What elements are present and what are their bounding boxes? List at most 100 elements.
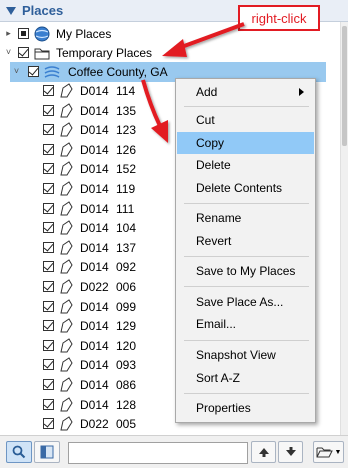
place-item-checkbox[interactable]: [43, 144, 54, 155]
collapse-arrow-icon[interactable]: ▸: [4, 29, 13, 38]
tree-vertical-scrollbar[interactable]: [340, 22, 348, 435]
menu-separator: [184, 256, 309, 257]
place-item-checkbox[interactable]: [43, 379, 54, 390]
polygon-icon: [60, 240, 73, 255]
place-item-number: 114: [116, 84, 136, 98]
menu-item-delete-contents[interactable]: Delete Contents: [177, 177, 314, 199]
menu-item-rename-label: Rename: [196, 211, 242, 225]
panel-toggle-icon: [40, 445, 54, 459]
my-places-checkbox[interactable]: [18, 28, 29, 39]
place-item-code: D014: [80, 84, 109, 98]
place-item-checkbox[interactable]: [43, 85, 54, 96]
place-item-code: D014: [80, 162, 109, 176]
panel-title: Places: [22, 3, 64, 18]
place-item-checkbox[interactable]: [43, 340, 54, 351]
place-item-checkbox[interactable]: [43, 183, 54, 194]
menu-item-copy[interactable]: Copy: [177, 132, 314, 154]
place-item-code: D014: [80, 221, 109, 235]
menu-item-sort-az[interactable]: Sort A-Z: [177, 367, 314, 389]
menu-item-add-label: Add: [196, 85, 218, 99]
menu-item-snapshot-view[interactable]: Snapshot View: [177, 344, 314, 366]
place-item-code: D014: [80, 182, 109, 196]
place-item-code: D014: [80, 378, 109, 392]
arrow-down-icon: [285, 447, 296, 456]
place-item-number: 093: [116, 358, 137, 372]
coffee-county-checkbox[interactable]: [28, 66, 39, 77]
annotation-callout: right-click: [238, 5, 320, 31]
menu-separator: [184, 393, 309, 394]
toggle-panel-button[interactable]: [34, 441, 60, 463]
place-item-checkbox[interactable]: [43, 281, 54, 292]
menu-item-delete[interactable]: Delete: [177, 154, 314, 176]
place-item-code: D014: [80, 260, 109, 274]
polygon-icon: [60, 161, 73, 176]
place-item-checkbox[interactable]: [43, 222, 54, 233]
place-item-checkbox[interactable]: [43, 203, 54, 214]
place-item-code: D014: [80, 398, 109, 412]
move-up-button[interactable]: [251, 441, 276, 463]
expand-arrow-icon[interactable]: ˅: [12, 67, 21, 76]
place-item-checkbox[interactable]: [43, 301, 54, 312]
menu-item-rename[interactable]: Rename: [177, 207, 314, 229]
place-item-checkbox[interactable]: [43, 124, 54, 135]
place-item-code: D014: [80, 104, 109, 118]
menu-item-save-to-my-places-label: Save to My Places: [196, 264, 296, 278]
place-item-code: D022: [80, 280, 109, 294]
folder-icon: [34, 48, 50, 60]
move-down-button[interactable]: [278, 441, 303, 463]
open-folder-button[interactable]: ▼: [313, 441, 344, 463]
menu-item-email-label: Email...: [196, 317, 237, 331]
scrollbar-thumb[interactable]: [342, 26, 347, 146]
place-item-checkbox[interactable]: [43, 242, 54, 253]
polygon-icon: [60, 279, 73, 294]
polygon-icon: [60, 397, 73, 412]
place-item-number: 111: [116, 202, 135, 216]
place-item-checkbox[interactable]: [43, 359, 54, 370]
place-item-checkbox[interactable]: [43, 418, 54, 429]
place-item-checkbox[interactable]: [43, 105, 54, 116]
menu-item-cut-label: Cut: [196, 113, 215, 127]
submenu-arrow-icon: [299, 88, 304, 96]
menu-separator: [184, 286, 309, 287]
menu-item-save-to-my-places[interactable]: Save to My Places: [177, 260, 314, 282]
dropdown-caret-icon: ▼: [334, 448, 342, 456]
place-item-number: 120: [116, 339, 137, 353]
polygon-icon: [60, 259, 73, 274]
menu-item-email[interactable]: Email...: [177, 313, 314, 335]
menu-item-add[interactable]: Add: [177, 81, 314, 103]
search-button[interactable]: [6, 441, 32, 463]
arrow-up-icon: [258, 448, 269, 457]
place-item-number: 092: [116, 260, 137, 274]
place-item-code: D014: [80, 358, 109, 372]
globe-icon: [34, 26, 50, 42]
place-item-number: 006: [116, 280, 137, 294]
polygon-icon: [60, 142, 73, 157]
menu-item-properties[interactable]: Properties: [177, 397, 314, 419]
my-places-label: My Places: [56, 27, 112, 41]
polygon-icon: [60, 377, 73, 392]
menu-item-revert[interactable]: Revert: [177, 230, 314, 252]
places-search-input[interactable]: [68, 442, 248, 464]
place-item-number: 086: [116, 378, 137, 392]
tree-row-temporary-places[interactable]: ˅ Temporary Places: [0, 43, 340, 63]
place-item-number: 005: [116, 417, 137, 431]
layer-lines-icon: [44, 66, 60, 78]
place-item-code: D014: [80, 123, 109, 137]
place-item-number: 128: [116, 398, 137, 412]
place-item-checkbox[interactable]: [43, 261, 54, 272]
place-item-checkbox[interactable]: [43, 399, 54, 410]
place-item-number: 126: [116, 143, 137, 157]
place-item-checkbox[interactable]: [43, 320, 54, 331]
polygon-icon: [60, 357, 73, 372]
menu-item-properties-label: Properties: [196, 401, 251, 415]
collapse-triangle-icon[interactable]: [6, 6, 16, 15]
menu-item-cut[interactable]: Cut: [177, 109, 314, 131]
temporary-places-checkbox[interactable]: [18, 47, 29, 58]
expand-arrow-icon[interactable]: ˅: [4, 48, 13, 57]
menu-item-save-place-as[interactable]: Save Place As...: [177, 291, 314, 313]
polygon-icon: [60, 416, 73, 431]
coffee-county-label: Coffee County, GA: [68, 65, 168, 79]
place-item-checkbox[interactable]: [43, 163, 54, 174]
menu-item-delete-label: Delete: [196, 158, 231, 172]
polygon-icon: [60, 299, 73, 314]
